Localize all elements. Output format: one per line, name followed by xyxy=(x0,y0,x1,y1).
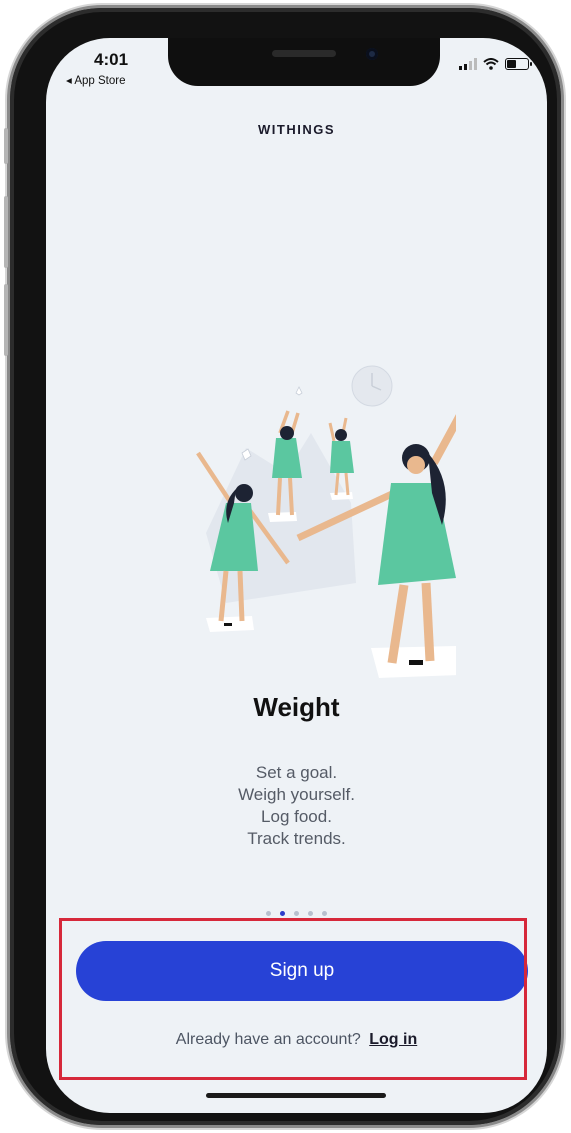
back-to-app-store-link[interactable]: ◂ App Store xyxy=(66,73,125,87)
description-line: Set a goal. xyxy=(255,763,338,782)
brand-logo: WITHINGS xyxy=(258,122,335,137)
notch xyxy=(168,38,440,86)
cellular-signal-icon xyxy=(459,58,477,70)
mute-switch xyxy=(4,128,8,164)
volume-down-button xyxy=(4,284,8,356)
page-dot-4[interactable] xyxy=(308,911,313,916)
onboarding-description: Set a goal. Weigh yourself. Log food. Tr… xyxy=(46,762,547,850)
speaker-grille xyxy=(272,50,336,57)
wifi-icon xyxy=(483,58,499,70)
page-dot-3[interactable] xyxy=(294,911,299,916)
status-icons xyxy=(459,58,532,70)
battery-icon xyxy=(505,58,532,70)
volume-up-button xyxy=(4,196,8,268)
figure-front xyxy=(296,414,456,664)
highlight-box xyxy=(59,918,527,1080)
scale-back-right xyxy=(330,492,353,500)
onboarding-title: Weight xyxy=(253,692,340,722)
home-indicator[interactable] xyxy=(206,1093,386,1098)
weight-illustration xyxy=(196,365,456,678)
page-indicator xyxy=(46,911,547,916)
page-dot-1[interactable] xyxy=(266,911,271,916)
page-dot-5[interactable] xyxy=(322,911,327,916)
description-line: Weigh yourself. xyxy=(238,785,355,804)
page-dot-2-active[interactable] xyxy=(280,911,285,916)
front-camera xyxy=(366,48,378,60)
description-line: Log food. xyxy=(261,807,332,826)
status-time: 4:01 xyxy=(94,50,129,69)
description-line: Track trends. xyxy=(247,829,346,848)
